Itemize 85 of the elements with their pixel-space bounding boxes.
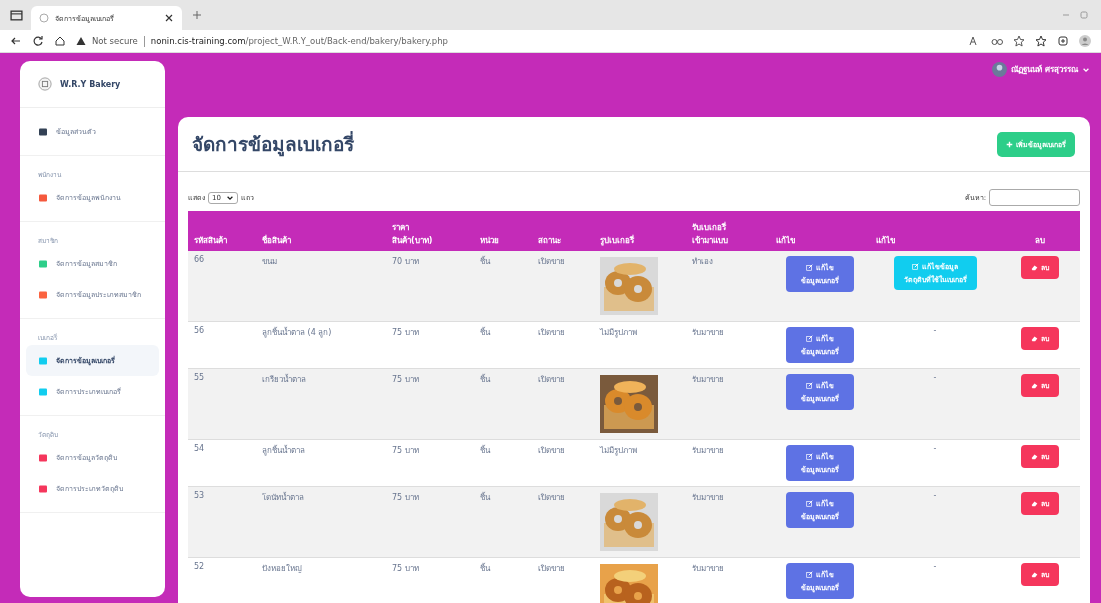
table-cell: ลูกชิ้นน้ำตาล [256, 439, 386, 487]
column-header[interactable]: หน่วย [474, 211, 532, 251]
table-cell: เปิดขาย [532, 368, 594, 440]
eraser-icon [1031, 382, 1038, 389]
back-icon[interactable] [10, 35, 22, 47]
table-cell: 75 บาท [386, 321, 474, 369]
plus-icon [1006, 140, 1013, 148]
table-cell: ชิ้น [474, 321, 532, 369]
table-cell: 54 [188, 439, 256, 487]
table-cell: โดนัทน้ำตาล [256, 486, 386, 558]
avatar-icon [992, 62, 1008, 77]
page-title: จัดการข้อมูลเบเกอรี่ [192, 130, 354, 159]
edit-icon [806, 500, 813, 507]
table-cell: ชิ้น [474, 439, 532, 487]
column-header[interactable]: รูปเบเกอรี่ [594, 211, 686, 251]
table-cell: เปิดขาย [532, 486, 594, 558]
user-menu[interactable]: ณัฏฐนนท์ ศรสุวรรณ [992, 62, 1090, 77]
close-icon[interactable] [164, 13, 174, 23]
table-cell: 55 [188, 368, 256, 440]
column-header[interactable]: รับเบเกอรี่ เข้ามาแบบ [686, 211, 770, 251]
table-cell: ไม่มีรูปภาพ [594, 321, 686, 369]
table-cell: 75 บาท [386, 557, 474, 603]
table-cell: เปิดขาย [532, 321, 594, 369]
column-header[interactable]: ลบ [1000, 211, 1080, 251]
edit-icon [806, 335, 813, 342]
globe-icon [39, 13, 49, 23]
table-cell: 75 บาท [386, 486, 474, 558]
eraser-icon [1031, 453, 1038, 460]
eraser-icon [1031, 571, 1038, 578]
table-cell: - [870, 439, 1000, 487]
profile-icon[interactable] [1079, 35, 1091, 47]
logo-icon [38, 77, 52, 91]
table-cell: 53 [188, 486, 256, 558]
eraser-icon [1031, 335, 1038, 342]
refresh-icon[interactable] [32, 35, 44, 47]
new-tab-icon[interactable] [192, 10, 202, 20]
tab-actions-icon[interactable] [10, 8, 23, 22]
column-header[interactable]: แก้ไข [870, 211, 1000, 251]
edit-icon [806, 264, 813, 271]
table-cell: รับมาขาย [686, 439, 770, 487]
table-cell: รับมาขาย [686, 321, 770, 369]
column-header[interactable]: ราคา สินค้า(บาท) [386, 211, 474, 251]
edit-icon [806, 453, 813, 460]
collections-icon[interactable] [1057, 35, 1069, 47]
table-cell: - [870, 321, 1000, 369]
warning-icon [76, 36, 86, 46]
table-cell: ลูกชิ้นน้ำตาล (4 ลูก) [256, 321, 386, 369]
column-header[interactable]: แก้ไข [770, 211, 870, 251]
edit-icon [806, 382, 813, 389]
edit-icon [912, 263, 919, 270]
table-cell: 75 บาท [386, 368, 474, 440]
table-cell: รับมาขาย [686, 368, 770, 440]
table-cell: ชิ้น [474, 368, 532, 440]
table-cell: - [870, 486, 1000, 558]
eraser-icon [1031, 500, 1038, 507]
table-cell: 52 [188, 557, 256, 603]
column-header[interactable]: ชื่อสินค้า [256, 211, 386, 251]
table-cell: - [870, 368, 1000, 440]
table-cell: รับมาขาย [686, 557, 770, 603]
table-cell: - [870, 557, 1000, 603]
search-field[interactable] [989, 189, 1080, 206]
star-icon[interactable] [1013, 35, 1025, 47]
table-cell: ไม่มีรูปภาพ [594, 439, 686, 487]
table-cell: ปังหอยใหญ่ [256, 557, 386, 603]
brand-name: W.R.Y Bakery [60, 79, 121, 89]
table-cell: เกรียวน้ำตาล [256, 368, 386, 440]
table-cell: ขนม [256, 251, 386, 322]
table-cell: ชิ้น [474, 251, 532, 322]
table-cell: 75 บาท [386, 439, 474, 487]
table-cell: 56 [188, 321, 256, 369]
table-cell: เปิดขาย [532, 439, 594, 487]
home-icon[interactable] [54, 35, 66, 47]
column-header[interactable]: สถานะ [532, 211, 594, 251]
table-cell: ชิ้น [474, 486, 532, 558]
table-cell: 70 บาท [386, 251, 474, 322]
table-cell: เปิดขาย [532, 251, 594, 322]
table-cell: ทำเอง [686, 251, 770, 322]
table-cell: เปิดขาย [532, 557, 594, 603]
table-cell: ชิ้น [474, 557, 532, 603]
eraser-icon [1031, 264, 1038, 271]
table-cell: 66 [188, 251, 256, 322]
edit-icon [806, 571, 813, 578]
table-cell: รับมาขาย [686, 486, 770, 558]
favorites-icon[interactable] [1035, 35, 1047, 47]
column-header[interactable]: รหัสสินค้า [188, 211, 256, 251]
